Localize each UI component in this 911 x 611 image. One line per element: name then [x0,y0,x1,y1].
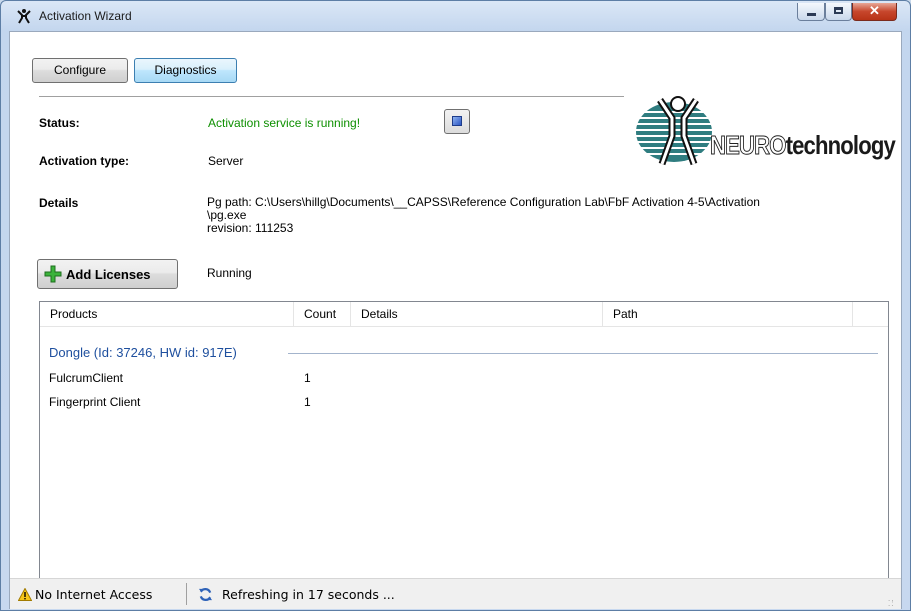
row-product: Fingerprint Client [49,395,141,409]
activation-type-value: Server [208,154,244,168]
details-path-line: Pg path: C:\Users\hillg\Documents\__CAPS… [207,195,760,209]
configure-button[interactable]: Configure [32,58,128,83]
details-value: Pg path: C:\Users\hillg\Documents\__CAPS… [207,196,760,235]
add-licenses-label: Add Licenses [66,267,151,282]
refresh-status: Refreshing in 17 seconds ... [222,587,395,602]
details-label: Details [39,196,79,210]
row-count: 1 [304,395,311,409]
logo-text-neuro: NEURO [710,130,787,161]
row-count: 1 [304,371,311,385]
column-header-details[interactable]: Details [351,302,603,326]
logo-text-technology: technology [785,130,896,160]
column-header-count[interactable]: Count [294,302,351,326]
activation-wizard-window: Activation Wizard ✕ Configure Diagnostic… [0,0,911,611]
configure-label: Configure [53,63,107,77]
title-bar[interactable]: Activation Wizard ✕ [1,1,910,31]
window-title: Activation Wizard [39,9,132,23]
minimize-button[interactable] [797,3,825,21]
status-label: Status: [39,116,80,130]
refresh-icon [198,587,213,602]
activation-type-label: Activation type: [39,154,130,168]
row-product: FulcrumClient [49,371,124,385]
group-divider [288,353,878,354]
licenses-state: Running [207,266,252,280]
app-figure-icon [17,9,31,24]
neurotechnology-logo: NEUROtechnology [634,90,899,170]
column-header-products[interactable]: Products [40,302,294,326]
logo-wordmark: NEUROtechnology [710,130,896,161]
toolbar-divider [39,96,624,97]
column-header-path[interactable]: Path [603,302,853,326]
details-revision: revision: 111253 [207,221,294,235]
maximize-icon [834,7,843,14]
diagnostics-label: Diagnostics [154,63,217,77]
status-bar: No Internet Access Refreshing in 17 seco… [10,578,901,609]
internet-status: No Internet Access [35,587,153,602]
header-divider [40,326,888,327]
maximize-button[interactable] [825,3,852,21]
stop-service-button[interactable] [444,109,470,134]
client-area: Configure Diagnostics Status: Activation… [9,31,902,609]
add-licenses-button[interactable]: Add Licenses [37,259,178,289]
minimize-icon [807,13,816,16]
status-value: Activation service is running! [208,116,361,130]
products-table[interactable]: Products Count Details Path Dongle (Id: … [39,301,889,582]
close-icon: ✕ [869,3,880,18]
green-plus-icon [44,265,62,283]
status-separator [186,583,187,605]
close-button[interactable]: ✕ [852,3,897,21]
group-header-dongle[interactable]: Dongle (Id: 37246, HW id: 917E) [49,345,237,360]
diagnostics-button[interactable]: Diagnostics [134,58,237,83]
logo-figure-icon [636,96,712,166]
warning-icon [18,588,32,601]
stop-icon [452,116,462,126]
resize-grip-icon[interactable]: ...: [888,595,898,608]
